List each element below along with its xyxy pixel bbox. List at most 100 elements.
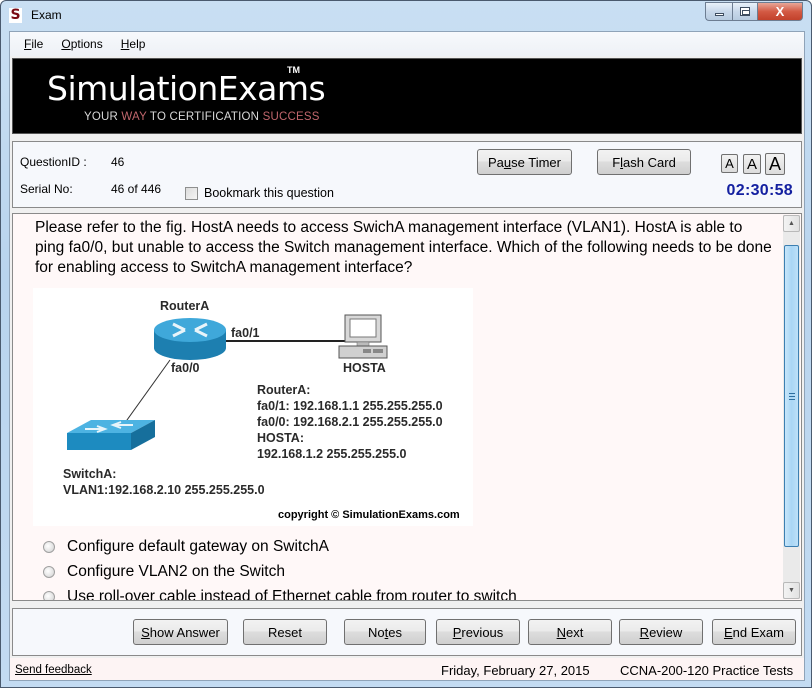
answer-options: Configure default gateway on SwitchA Con… (43, 534, 517, 600)
next-accel: N (556, 624, 567, 640)
exam-timer: 02:30:58 (726, 182, 793, 199)
switch-label: SwitchA: (63, 467, 117, 481)
previous-accel: P (452, 624, 462, 640)
status-bar: Send feedback Friday, February 27, 2015 … (10, 658, 804, 680)
review-label: eview (649, 624, 683, 640)
title-bar[interactable]: S Exam X (1, 1, 811, 31)
menu-file[interactable]: File (24, 37, 43, 51)
config-line: RouterA: (257, 383, 311, 397)
host-label: HOSTA (343, 361, 386, 375)
end-exam-button[interactable]: End Exam (712, 619, 796, 645)
pause-timer-button[interactable]: Pa u se Timer (477, 149, 572, 175)
font-size-small-button[interactable]: A (721, 154, 738, 173)
question-info-panel: QuestionID : 46 Serial No: 46 of 446 Boo… (12, 141, 802, 208)
scrollbar-thumb[interactable] (784, 245, 799, 547)
reset-button[interactable]: Reset (243, 619, 327, 645)
chevron-down-icon: ▼ (788, 587, 795, 594)
radio-button[interactable] (43, 590, 55, 600)
tagline-part1: YOUR (84, 111, 122, 123)
app-icon: S (9, 7, 22, 23)
config-line: fa0/1: 192.168.1.1 255.255.255.0 (257, 399, 443, 413)
serial-value: 46 of 446 (111, 182, 162, 196)
close-icon: X (775, 4, 785, 19)
menu-options-label: ptions (70, 37, 103, 51)
menu-help-label: elp (129, 37, 146, 51)
bookmark-label: Bookmark this question (204, 186, 334, 200)
port-fa01-label: fa0/1 (231, 326, 260, 340)
pause-timer-accel: u (503, 154, 512, 170)
radio-button[interactable] (43, 540, 55, 553)
pause-timer-label-pre: Pa (488, 154, 504, 170)
radio-button[interactable] (43, 565, 55, 578)
switch-vlan: VLAN1:192.168.2.10 255.255.255.0 (63, 483, 265, 497)
host-computer-icon (338, 314, 388, 359)
flash-card-label-pre: F (612, 154, 621, 170)
navigation-panel: Show Answer Reset No t es Previous Next Re… (12, 608, 802, 656)
previous-label: revious (461, 624, 504, 640)
tagline-part2: TO CERTIFICATION (146, 111, 263, 123)
menu-options[interactable]: Options (61, 37, 102, 51)
serial-label: Serial No: (20, 182, 73, 196)
scroll-up-button[interactable]: ▲ (783, 215, 800, 232)
answer-option[interactable]: Use roll-over cable instead of Ethernet … (43, 584, 517, 600)
config-line: fa0/0: 192.168.2.1 255.255.255.0 (257, 415, 443, 429)
show-answer-label: how Answer (149, 624, 220, 640)
answer-option[interactable]: Configure default gateway on SwitchA (43, 534, 517, 559)
pause-timer-label-post: se Timer (511, 154, 561, 170)
show-answer-button[interactable]: Show Answer (133, 619, 228, 645)
brand-banner: SimulationExams TM YOUR WAY TO CERTIFICA… (12, 58, 802, 134)
minimize-button[interactable] (705, 2, 732, 21)
font-size-large-button[interactable]: A (765, 153, 785, 175)
end-exam-accel: E (724, 624, 733, 640)
flash-card-label-post: ash Card (623, 154, 676, 170)
previous-button[interactable]: Previous (436, 619, 520, 645)
exam-window: S Exam X File Options Help SimulationExa… (0, 0, 812, 688)
brand-logo: SimulationExams (47, 69, 326, 108)
review-accel: R (639, 624, 650, 640)
next-button[interactable]: Next (528, 619, 612, 645)
checkbox-box[interactable] (185, 186, 198, 200)
review-button[interactable]: Review (619, 619, 703, 645)
chevron-up-icon: ▲ (788, 220, 795, 227)
question-id-value: 46 (111, 155, 125, 169)
config-line: HOSTA: (257, 431, 304, 445)
font-size-medium-button[interactable]: A (743, 154, 761, 174)
question-id-label: QuestionID : (20, 155, 87, 169)
question-text: Please refer to the fig. HostA needs to … (35, 219, 772, 276)
menu-file-label: ile (31, 37, 44, 51)
status-date: Friday, February 27, 2015 (441, 663, 590, 678)
config-line: 192.168.1.2 255.255.255.0 (257, 447, 407, 461)
tagline: YOUR WAY TO CERTIFICATION SUCCESS (84, 111, 320, 123)
port-fa00-label: fa0/0 (171, 361, 200, 375)
grip-icon (788, 392, 795, 400)
menu-options-accel: O (61, 37, 71, 51)
flash-card-button[interactable]: Fl ash Card (597, 149, 691, 175)
vertical-scrollbar[interactable]: ▲ ▼ (783, 215, 800, 599)
maximize-button[interactable] (732, 2, 758, 21)
network-diagram: RouterA fa0/1 fa0/0 HOSTA RouterA: fa0/1… (33, 288, 473, 526)
show-answer-accel: S (141, 624, 150, 640)
send-feedback-link[interactable]: Send feedback (15, 664, 92, 676)
scroll-down-button[interactable]: ▼ (783, 582, 800, 599)
reset-label: Reset (268, 624, 302, 640)
maximize-icon (740, 7, 750, 16)
tagline-highlight-way: WAY (121, 111, 147, 123)
window-controls: X (705, 2, 803, 21)
close-button[interactable]: X (758, 2, 803, 21)
bookmark-checkbox[interactable]: Bookmark this question (185, 186, 334, 200)
window-title: Exam (31, 8, 62, 22)
client-area: File Options Help SimulationExams TM YOU… (9, 31, 805, 681)
option-label: Configure default gateway on SwitchA (67, 537, 329, 555)
answer-option[interactable]: Configure VLAN2 on the Switch (43, 559, 517, 584)
router-label: RouterA (160, 299, 210, 313)
tagline-highlight-success: SUCCESS (262, 111, 320, 123)
menu-bar: File Options Help (10, 32, 804, 56)
notes-label-pre: No (368, 624, 385, 640)
switch-icon (67, 420, 155, 450)
end-exam-label: nd Exam (732, 624, 784, 640)
notes-button[interactable]: No t es (344, 619, 426, 645)
next-label: ext (566, 624, 584, 640)
menu-help[interactable]: Help (121, 37, 146, 51)
figure-copyright: copyright © SimulationExams.com (278, 509, 460, 521)
question-panel: Please refer to the fig. HostA needs to … (12, 213, 802, 601)
